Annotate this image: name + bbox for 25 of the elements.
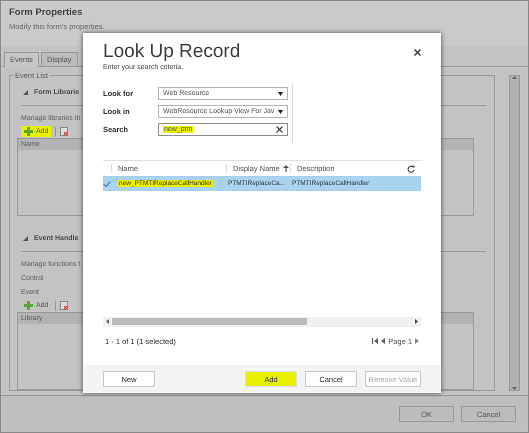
refresh-icon[interactable] (407, 164, 415, 172)
expanded-icon[interactable] (23, 236, 28, 241)
scrollbar-thumb[interactable] (112, 318, 307, 325)
expanded-icon[interactable] (23, 90, 28, 95)
page-icon[interactable] (60, 301, 68, 310)
up-arrow-icon (282, 165, 289, 172)
dropdown-icon[interactable] (278, 110, 283, 114)
close-icon[interactable] (414, 48, 421, 56)
dropdown-icon[interactable] (278, 92, 283, 96)
dialog-title: Form Properties (9, 7, 84, 18)
scrollbar[interactable] (509, 75, 520, 391)
horizontal-scrollbar[interactable] (103, 317, 421, 326)
scroll-right-icon[interactable] (415, 319, 418, 324)
check-icon (103, 180, 111, 186)
page-icon[interactable] (60, 127, 68, 136)
next-page-icon[interactable] (415, 338, 419, 344)
scroll-up-icon[interactable] (512, 76, 517, 79)
plus-icon (24, 301, 33, 310)
plus-icon (24, 127, 33, 136)
previous-page-icon[interactable] (381, 338, 386, 344)
dialog-title: Look Up Record (103, 41, 240, 63)
clear-icon[interactable] (276, 126, 283, 133)
scroll-down-icon[interactable] (512, 387, 517, 390)
first-page-icon[interactable] (372, 338, 378, 344)
scroll-left-icon[interactable] (106, 319, 109, 324)
